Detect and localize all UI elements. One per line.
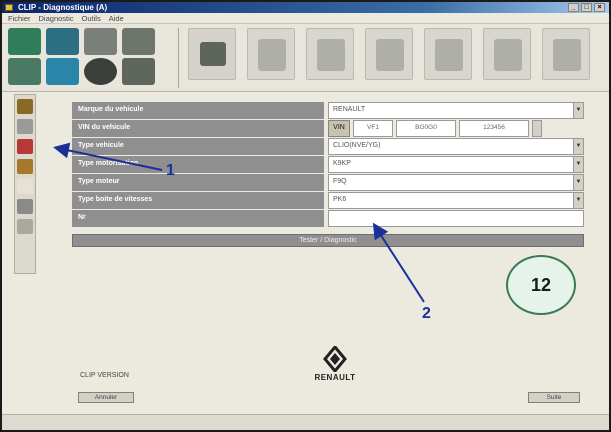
- alert-icon[interactable]: [17, 139, 33, 154]
- print-icon[interactable]: [17, 199, 33, 214]
- vin-input-group: VIN VF1 BG0G0 123456: [328, 120, 584, 137]
- dropdown-arrow-icon[interactable]: ▼: [573, 139, 583, 154]
- field-label: VIN du vehicule: [72, 120, 324, 137]
- vin-scroll-button[interactable]: [532, 120, 542, 137]
- dropdown-arrow-icon[interactable]: ▼: [573, 157, 583, 172]
- renault-diamond-icon: [323, 346, 347, 372]
- form-row-number: Nr: [72, 210, 584, 227]
- maximize-button[interactable]: □: [581, 3, 592, 12]
- close-button[interactable]: ×: [594, 3, 605, 12]
- logo-text: RENAULT: [314, 373, 356, 382]
- application-window: CLIP - Diagnostique (A) _ □ × Fichier Di…: [0, 0, 611, 432]
- renault-logo: RENAULT: [300, 346, 370, 382]
- field-label: Type moteur: [72, 174, 324, 191]
- back-icon[interactable]: [46, 28, 79, 55]
- engine-icon[interactable]: [306, 28, 354, 80]
- battery-icon[interactable]: [17, 99, 33, 114]
- menu-diagnostic[interactable]: Diagnostic: [39, 13, 74, 23]
- form-row-brand: Marque du vehicule RENAULT ▼: [72, 102, 584, 119]
- tools-icon[interactable]: [424, 28, 472, 80]
- home-icon[interactable]: [8, 28, 41, 55]
- wrench-icon[interactable]: [542, 28, 590, 80]
- dropdown-arrow-icon[interactable]: ▼: [573, 103, 583, 118]
- field-value: RENAULT: [333, 106, 366, 113]
- menu-help[interactable]: Aide: [109, 13, 124, 23]
- engine-select[interactable]: F9Q ▼: [328, 174, 584, 191]
- minimize-button[interactable]: _: [568, 3, 579, 12]
- field-label: Nr: [72, 210, 324, 227]
- form-row-vin: VIN du vehicule VIN VF1 BG0G0 123456: [72, 120, 584, 137]
- vertical-side-toolbar: [14, 94, 36, 274]
- form-row-motorisation: Type motorisation K9KP ▼: [72, 156, 584, 173]
- title-bar: CLIP - Diagnostique (A) _ □ ×: [2, 2, 609, 13]
- motorisation-select[interactable]: K9KP ▼: [328, 156, 584, 173]
- wiring-icon[interactable]: [483, 28, 531, 80]
- diagnostic-monitor-icon[interactable]: [188, 28, 236, 80]
- dropdown-arrow-icon[interactable]: ▼: [573, 193, 583, 208]
- vin-segment-3[interactable]: 123456: [459, 120, 529, 137]
- forward-icon[interactable]: [84, 28, 117, 55]
- next-button[interactable]: Suite: [528, 392, 580, 403]
- app-icon: [5, 4, 13, 11]
- vehicle-icon[interactable]: [8, 58, 41, 85]
- step-number-badge: 12: [506, 255, 576, 315]
- menu-file[interactable]: Fichier: [8, 13, 31, 23]
- field-label: Type boite de vitesses: [72, 192, 324, 209]
- function-toolbar: [188, 28, 590, 80]
- vin-segment-2[interactable]: BG0G0: [396, 120, 456, 137]
- field-label: Marque du vehicule: [72, 102, 324, 119]
- field-value: CLIO(NVE/YG): [333, 142, 381, 149]
- network-icon[interactable]: [46, 58, 79, 85]
- dropdown-arrow-icon[interactable]: ▼: [573, 175, 583, 190]
- form-row-gearbox: Type boite de vitesses PK6 ▼: [72, 192, 584, 209]
- number-input[interactable]: [328, 210, 584, 227]
- window-title: CLIP - Diagnostique (A): [18, 3, 108, 12]
- field-label: Type motorisation: [72, 156, 324, 173]
- version-label: CLIP VERSION: [80, 372, 129, 379]
- field-value: PK6: [333, 196, 347, 203]
- menu-bar: Fichier Diagnostic Outils Aide: [2, 13, 609, 24]
- settings-icon[interactable]: [122, 58, 155, 85]
- gearbox-icon[interactable]: [365, 28, 413, 80]
- field-label: Type vehicule: [72, 138, 324, 155]
- field-value: F9Q: [333, 178, 347, 185]
- menu-tools[interactable]: Outils: [82, 13, 101, 23]
- toolbar: [2, 24, 609, 92]
- ecu-icon[interactable]: [247, 28, 295, 80]
- vehicle-identification-form: Marque du vehicule RENAULT ▼ VIN du vehic…: [72, 102, 584, 228]
- note-icon[interactable]: [17, 179, 33, 194]
- brand-select[interactable]: RENAULT ▼: [328, 102, 584, 119]
- annotation-label-2: 2: [422, 305, 431, 322]
- save-icon[interactable]: [17, 219, 33, 234]
- status-bar: [2, 414, 609, 430]
- field-value: K9KP: [333, 160, 351, 167]
- form-row-vehicle-type: Type vehicule CLIO(NVE/YG) ▼: [72, 138, 584, 155]
- window-controls: _ □ ×: [568, 3, 605, 12]
- cancel-button[interactable]: Annuler: [78, 392, 134, 403]
- toolbar-divider: [178, 28, 179, 88]
- main-nav-toolbar: [8, 28, 160, 88]
- vin-read-button[interactable]: VIN: [328, 120, 350, 137]
- grid-icon[interactable]: [122, 28, 155, 55]
- vehicle-type-select[interactable]: CLIO(NVE/YG) ▼: [328, 138, 584, 155]
- measure-icon[interactable]: [17, 159, 33, 174]
- vin-segment-1[interactable]: VF1: [353, 120, 393, 137]
- gearbox-select[interactable]: PK6 ▼: [328, 192, 584, 209]
- document-icon[interactable]: [17, 119, 33, 134]
- diagnostic-action-button[interactable]: Tester / Diagnostic: [72, 234, 584, 247]
- annotation-label-1: 1: [166, 162, 175, 179]
- form-row-engine: Type moteur F9Q ▼: [72, 174, 584, 191]
- help-icon[interactable]: [84, 58, 117, 85]
